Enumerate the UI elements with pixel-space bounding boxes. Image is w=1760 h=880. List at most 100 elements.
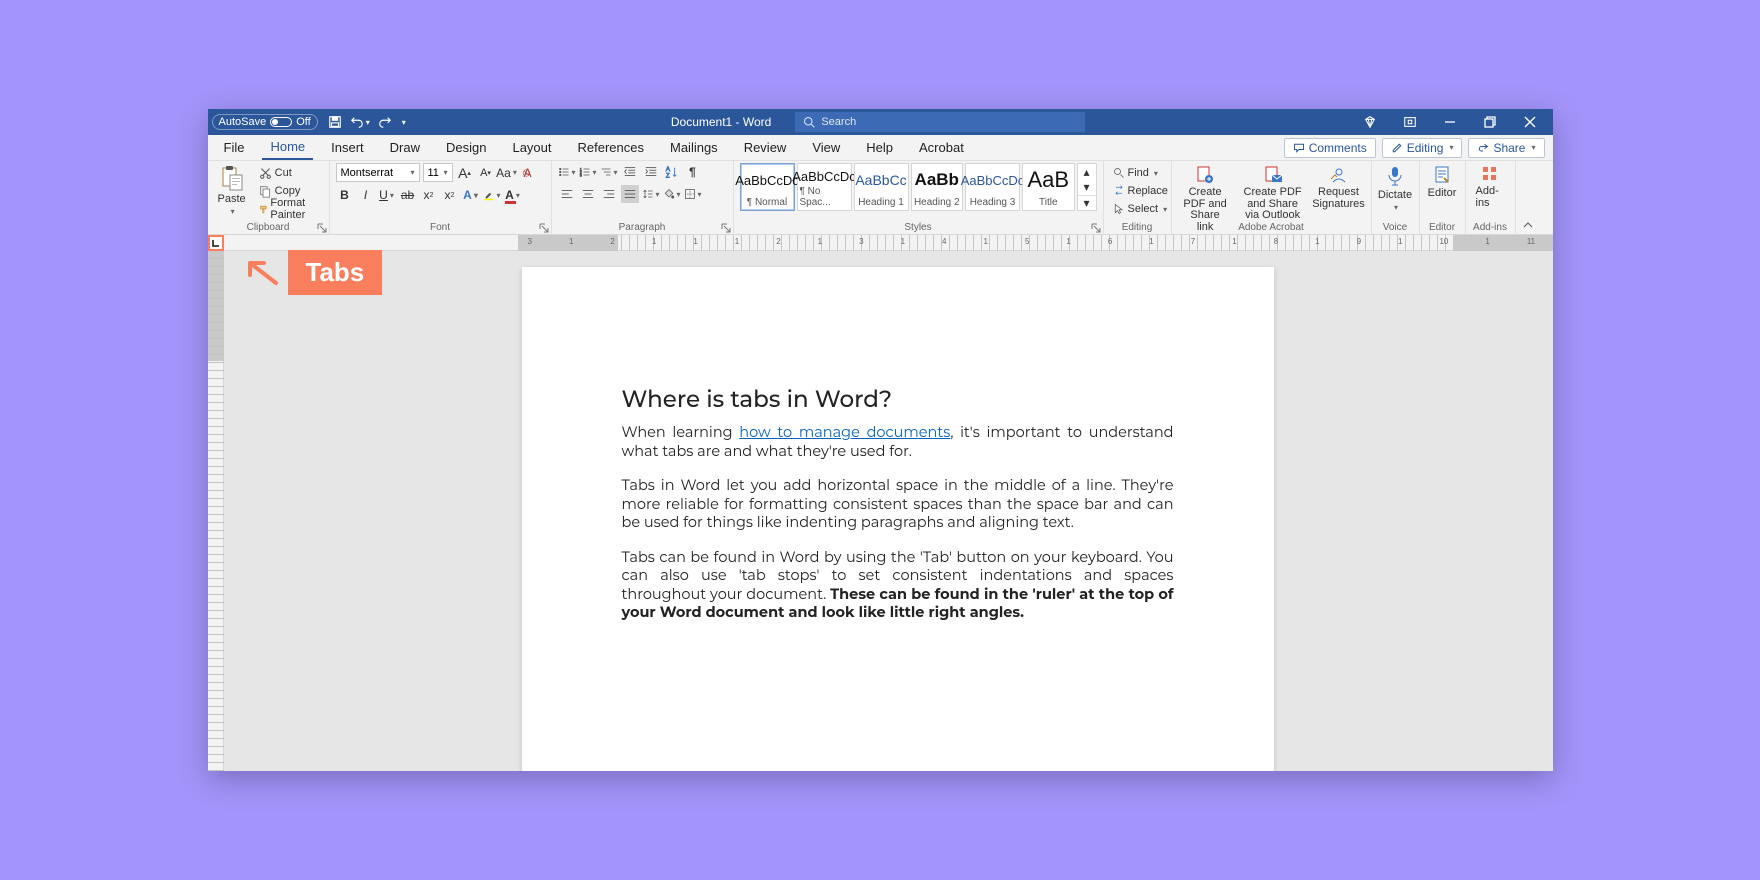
align-left-button[interactable] [558, 185, 576, 203]
annotation-callout: Tabs [244, 250, 383, 295]
styles-more-icon[interactable]: ▾ [1078, 195, 1096, 210]
justify-button[interactable] [621, 185, 639, 203]
ribbon-display-icon[interactable] [1391, 109, 1429, 135]
tab-mailings[interactable]: Mailings [662, 136, 726, 159]
tab-design[interactable]: Design [438, 136, 494, 159]
style-title[interactable]: AaBTitle [1022, 163, 1075, 211]
highlight-button[interactable]: ▾ [483, 186, 501, 204]
sort-button[interactable]: AZ [663, 163, 681, 181]
save-icon[interactable] [328, 115, 342, 129]
tab-view[interactable]: View [804, 136, 848, 159]
pdf-mail-icon [1263, 165, 1283, 185]
editing-mode-button[interactable]: Editing ▾ [1382, 138, 1463, 158]
collapse-ribbon-button[interactable] [1516, 161, 1540, 234]
chevron-up-icon [1522, 219, 1534, 231]
styles-down-icon[interactable]: ▾ [1078, 180, 1096, 195]
group-acrobat: Create PDF and Share link Create PDF and… [1172, 161, 1372, 234]
tab-draw[interactable]: Draw [382, 136, 428, 159]
tab-selector[interactable] [208, 235, 224, 251]
tab-help[interactable]: Help [858, 136, 901, 159]
launcher-icon[interactable] [539, 223, 549, 233]
change-case-button[interactable]: Aa▾ [498, 164, 516, 182]
tab-insert[interactable]: Insert [323, 136, 372, 159]
underline-button[interactable]: U▾ [378, 186, 396, 204]
search-input[interactable]: Search [795, 112, 1085, 132]
italic-button[interactable]: I [357, 186, 375, 204]
clear-formatting-button[interactable]: A⦸ [519, 164, 537, 182]
diamond-icon[interactable] [1351, 109, 1389, 135]
line-spacing-button[interactable]: ▾ [642, 185, 660, 203]
maximize-button[interactable] [1471, 109, 1509, 135]
document-link[interactable]: how to manage documents [739, 423, 950, 441]
replace-button[interactable]: Replace [1110, 183, 1171, 199]
close-button[interactable] [1511, 109, 1549, 135]
comments-button[interactable]: Comments [1284, 138, 1376, 158]
strikethrough-button[interactable]: ab [399, 186, 417, 204]
ruler-numbers: 31 21 11 21 31 41 51 61 71 81 91 101 111… [528, 237, 1553, 246]
document-page[interactable]: Where is tabs in Word? When learning how… [522, 267, 1274, 771]
tab-home[interactable]: Home [262, 135, 313, 160]
tab-stop-icon [211, 239, 220, 248]
superscript-button[interactable]: x2 [441, 186, 459, 204]
redo-icon[interactable] [378, 115, 392, 129]
align-center-button[interactable] [579, 185, 597, 203]
group-font: Montserrat▾ 11▾ A▴ A▾ Aa▾ A⦸ B I U▾ ab x… [330, 161, 552, 234]
numbering-button[interactable]: 123▾ [579, 163, 597, 181]
increase-indent-button[interactable] [642, 163, 660, 181]
editor-button[interactable]: Editor [1424, 163, 1461, 201]
copy-icon [259, 185, 272, 198]
bullets-button[interactable]: ▾ [558, 163, 576, 181]
multilevel-button[interactable]: ▾ [600, 163, 618, 181]
tab-references[interactable]: References [570, 136, 652, 159]
share-icon [1477, 142, 1489, 154]
select-button[interactable]: Select▾ [1110, 201, 1171, 217]
share-button[interactable]: Share ▾ [1468, 138, 1544, 158]
borders-button[interactable]: ▾ [684, 185, 702, 203]
text-effects-button[interactable]: A▾ [462, 186, 480, 204]
decrease-indent-button[interactable] [621, 163, 639, 181]
cut-button[interactable]: Cut [256, 165, 323, 181]
signature-icon [1329, 165, 1349, 185]
align-right-button[interactable] [600, 185, 618, 203]
style-heading3[interactable]: AaBbCcDcHeading 3 [965, 163, 1020, 211]
undo-icon[interactable]: ▾ [350, 115, 370, 129]
style-heading2[interactable]: AaBbHeading 2 [911, 163, 964, 211]
grow-font-button[interactable]: A▴ [456, 164, 474, 182]
font-color-button[interactable]: A▾ [504, 186, 522, 204]
tab-review[interactable]: Review [736, 136, 795, 159]
paste-button[interactable]: Paste ▾ [214, 163, 250, 218]
document-area[interactable]: 31 21 11 21 31 41 51 61 71 81 91 101 111… [224, 235, 1553, 771]
dictate-button[interactable]: Dictate▾ [1374, 163, 1416, 214]
minimize-button[interactable] [1431, 109, 1469, 135]
launcher-icon[interactable] [317, 223, 327, 233]
shrink-font-button[interactable]: A▾ [477, 164, 495, 182]
arrow-icon [244, 259, 280, 287]
document-paragraph: Tabs in Word let you add horizontal spac… [622, 476, 1174, 532]
launcher-icon[interactable] [1091, 223, 1101, 233]
launcher-icon[interactable] [721, 223, 731, 233]
font-name-input[interactable]: Montserrat▾ [336, 163, 420, 182]
request-signatures-button[interactable]: Request Signatures [1313, 163, 1365, 212]
show-marks-button[interactable]: ¶ [684, 163, 702, 181]
bold-button[interactable]: B [336, 186, 354, 204]
subscript-button[interactable]: x2 [420, 186, 438, 204]
search-icon [1113, 167, 1125, 179]
find-button[interactable]: Find▾ [1110, 165, 1161, 181]
create-pdf-outlook-button[interactable]: Create PDF and Share via Outlook [1239, 163, 1307, 224]
addins-button[interactable]: Add-ins [1472, 163, 1509, 211]
autosave-toggle[interactable]: AutoSave Off [212, 114, 318, 130]
font-size-input[interactable]: 11▾ [423, 163, 453, 182]
tab-file[interactable]: File [216, 136, 253, 159]
shading-button[interactable]: ▾ [663, 185, 681, 203]
horizontal-ruler[interactable]: 31 21 11 21 31 41 51 61 71 81 91 101 111… [224, 235, 1553, 251]
styles-up-icon[interactable]: ▴ [1078, 165, 1096, 180]
style-heading1[interactable]: AaBbCcHeading 1 [854, 163, 909, 211]
tab-layout[interactable]: Layout [504, 136, 559, 159]
style-normal[interactable]: AaBbCcDc¶ Normal [740, 163, 795, 211]
tab-acrobat[interactable]: Acrobat [911, 136, 972, 159]
group-clipboard: Paste ▾ Cut Copy Format Painter [208, 161, 330, 234]
vertical-ruler[interactable] [208, 235, 224, 771]
format-painter-button[interactable]: Format Painter [256, 201, 323, 217]
style-no-spacing[interactable]: AaBbCcDc¶ No Spac... [797, 163, 852, 211]
grid-icon [1481, 165, 1499, 183]
